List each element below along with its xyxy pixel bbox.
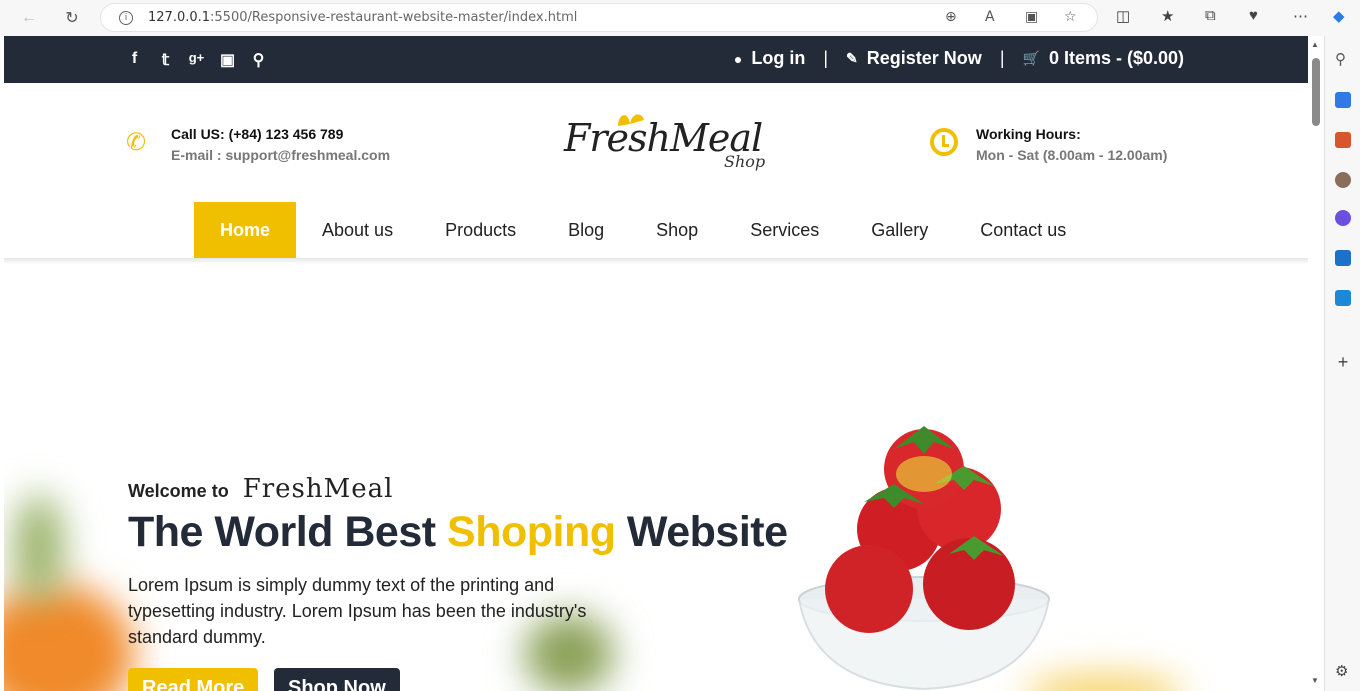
split-screen-icon[interactable]: ◫ bbox=[1116, 7, 1130, 25]
scroll-up-icon[interactable]: ▲ bbox=[1311, 40, 1319, 49]
read-more-button[interactable]: Read More bbox=[128, 668, 259, 691]
strawberry-bowl-image bbox=[798, 426, 1050, 691]
read-aloud-icon[interactable]: A bbox=[985, 9, 995, 25]
main-navigation: Home About us Products Blog Shop Service… bbox=[194, 202, 1092, 258]
twitter-icon[interactable]: 𝕥 bbox=[157, 50, 174, 70]
shopping-tag-icon[interactable] bbox=[1335, 92, 1351, 108]
hours-value: Mon - Sat (8.00am - 12.00am) bbox=[976, 147, 1168, 163]
welcome-brand: FreshMeal bbox=[242, 474, 394, 504]
outlook-icon[interactable] bbox=[1335, 250, 1351, 266]
nav-services[interactable]: Services bbox=[724, 202, 845, 258]
search-icon[interactable]: ⚲ bbox=[1335, 50, 1351, 68]
leaf-decoration bbox=[14, 494, 64, 604]
favorites-icon[interactable]: ★ bbox=[1161, 7, 1174, 25]
copilot-icon[interactable]: ◆ bbox=[1333, 7, 1345, 25]
games-icon[interactable] bbox=[1335, 172, 1351, 188]
hero-headline: The World Best Shoping Website bbox=[128, 508, 788, 557]
url-path: :5500/Responsive-restaurant-website-mast… bbox=[210, 10, 578, 25]
facebook-icon[interactable]: f bbox=[126, 50, 143, 70]
google-plus-icon[interactable]: g+ bbox=[188, 50, 205, 70]
account-links: ● Log in | ✎ Register Now | 🛒 0 Items - … bbox=[734, 48, 1184, 69]
cart-link[interactable]: 0 Items - ($0.00) bbox=[1049, 48, 1184, 69]
site-logo[interactable]: FreshMeal Shop bbox=[562, 108, 782, 178]
welcome-line: Welcome to FreshMeal bbox=[128, 474, 393, 504]
edit-icon: ✎ bbox=[846, 50, 858, 66]
scroll-thumb[interactable] bbox=[1312, 58, 1320, 126]
shop-now-button[interactable]: Shop Now bbox=[274, 668, 400, 691]
url-host: 127.0.0.1 bbox=[148, 10, 211, 25]
add-icon[interactable]: + bbox=[1335, 352, 1351, 372]
browser-essentials-icon[interactable]: ♥ bbox=[1249, 7, 1258, 24]
welcome-text: Welcome to bbox=[128, 481, 229, 501]
settings-icon[interactable]: ⚙ bbox=[1335, 662, 1351, 680]
top-bar: f 𝕥 g+ ▣ ⚲ ● Log in | ✎ Register Now | 🛒… bbox=[4, 36, 1308, 83]
social-links: f 𝕥 g+ ▣ ⚲ bbox=[126, 50, 267, 70]
address-bar[interactable]: i 127.0.0.1:5500/Responsive-restaurant-w… bbox=[100, 3, 1098, 32]
call-us-text: Call US: (+84) 123 456 789 bbox=[171, 126, 344, 142]
email-text: E-mail : support@freshmeal.com bbox=[171, 147, 391, 163]
immersive-reader-icon[interactable]: ▣ bbox=[1025, 9, 1038, 25]
nav-products[interactable]: Products bbox=[419, 202, 542, 258]
divider: | bbox=[999, 48, 1005, 68]
scroll-down-icon[interactable]: ▼ bbox=[1311, 676, 1319, 685]
back-icon[interactable]: ← bbox=[18, 7, 40, 29]
site-info-icon[interactable]: i bbox=[119, 10, 133, 25]
orange-fruit-decoration bbox=[4, 584, 134, 691]
divider: | bbox=[823, 48, 829, 68]
tools-briefcase-icon[interactable] bbox=[1335, 132, 1351, 148]
send-icon[interactable] bbox=[1335, 290, 1351, 306]
nav-blog[interactable]: Blog bbox=[542, 202, 630, 258]
cart-icon: 🛒 bbox=[1022, 50, 1040, 66]
edge-sidebar: ⚲ + ⚙ bbox=[1324, 36, 1360, 691]
logo-subtext: Shop bbox=[724, 152, 766, 171]
more-menu-icon[interactable]: ⋯ bbox=[1293, 7, 1308, 25]
hero-banner: Welcome to FreshMeal The World Best Shop… bbox=[4, 264, 1308, 691]
nav-home[interactable]: Home bbox=[194, 202, 297, 258]
headline-start: The World Best bbox=[128, 508, 448, 556]
m365-icon[interactable] bbox=[1335, 210, 1351, 226]
refresh-icon[interactable]: ↻ bbox=[61, 7, 83, 29]
nav-shop[interactable]: Shop bbox=[630, 202, 724, 258]
instagram-icon[interactable]: ▣ bbox=[219, 50, 236, 70]
clock-icon bbox=[930, 128, 958, 156]
hours-title: Working Hours: bbox=[976, 126, 1081, 142]
nav-about-us[interactable]: About us bbox=[296, 202, 419, 258]
zoom-icon[interactable]: ⊕ bbox=[945, 9, 957, 25]
headline-highlight: Shoping bbox=[447, 508, 616, 556]
web-page: f 𝕥 g+ ▣ ⚲ ● Log in | ✎ Register Now | 🛒… bbox=[4, 36, 1308, 691]
register-link[interactable]: Register Now bbox=[867, 48, 982, 69]
search-icon[interactable]: ⚲ bbox=[250, 50, 267, 70]
collections-icon[interactable]: ⧉ bbox=[1205, 7, 1216, 24]
page-scrollbar[interactable]: ▲ ▼ bbox=[1308, 36, 1324, 691]
headline-end: Website bbox=[615, 508, 788, 556]
login-link[interactable]: Log in bbox=[751, 48, 805, 69]
user-icon: ● bbox=[733, 50, 743, 67]
browser-toolbar: ← ↻ i 127.0.0.1:5500/Responsive-restaura… bbox=[0, 0, 1360, 36]
nav-gallery[interactable]: Gallery bbox=[845, 202, 954, 258]
hero-description: Lorem Ipsum is simply dummy text of the … bbox=[128, 575, 587, 647]
phone-icon: ✆ bbox=[126, 129, 147, 156]
nav-contact-us[interactable]: Contact us bbox=[954, 202, 1092, 258]
favorite-star-icon[interactable]: ☆ bbox=[1064, 9, 1077, 25]
